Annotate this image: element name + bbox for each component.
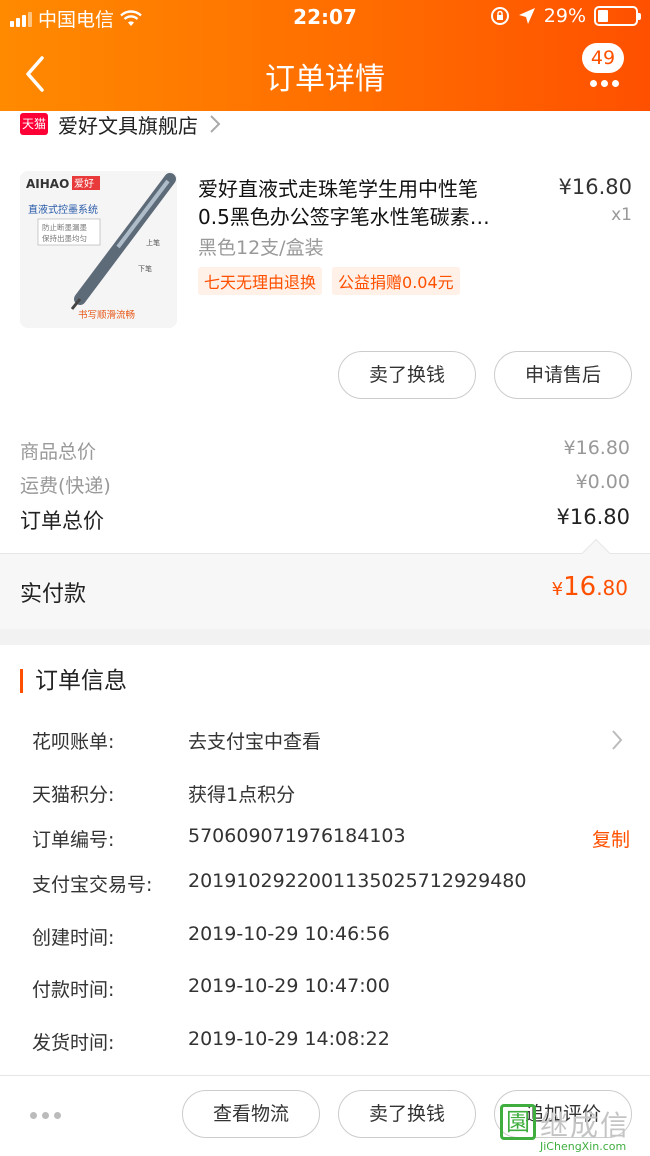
header: 中国电信 22:07 29% 订单详情 49 — [0, 0, 650, 111]
image-subtitle: 直液式控墨系统 — [28, 203, 98, 216]
info-value: 2019102922001135025712929480 — [188, 870, 527, 892]
store-name: 爱好文具旗舰店 — [58, 113, 198, 138]
info-value: 去支付宝中查看 — [188, 731, 322, 753]
navbar: 订单详情 49 — [0, 38, 650, 110]
site-watermark: 園 继成信 JiChengXin.com — [500, 1104, 646, 1154]
info-label: 花呗账单: — [32, 731, 115, 753]
battery-icon — [594, 6, 641, 26]
watermark-cn: 继成信 — [540, 1109, 631, 1142]
page-title: 订单详情 — [265, 62, 385, 97]
info-row-created: 创建时间: 2019-10-29 10:46:56 — [32, 923, 630, 953]
order-item-card: 天猫 爱好文具旗舰店 AIHAO 爱好 直液式控墨系统 防止断墨漏墨 保持出墨均… — [0, 111, 650, 553]
battery-percent: 29% — [543, 5, 586, 27]
tag-return-policy: 七天无理由退换 — [198, 267, 323, 295]
paid-amount: ¥16.80 — [552, 572, 628, 602]
image-arrow-down: 下笔 — [138, 264, 152, 273]
order-total-label: 订单总价 — [20, 509, 104, 533]
info-label: 支付宝交易号: — [32, 874, 153, 896]
chevron-right-icon — [210, 115, 221, 133]
image-brand-cn: 爱好 — [74, 177, 94, 190]
watermark-logo: 園 — [500, 1104, 536, 1140]
copy-button[interactable]: 复制 — [592, 825, 630, 852]
product-sku: 黑色12支/盒装 — [198, 237, 324, 259]
message-badge: 49 — [582, 43, 624, 73]
more-dots-icon — [590, 80, 619, 87]
tmall-logo: 天猫 — [20, 113, 48, 135]
paid-integer: 16 — [563, 572, 597, 602]
sell-for-cash-button[interactable]: 卖了换钱 — [338, 1090, 476, 1138]
info-label: 天猫积分: — [32, 784, 115, 806]
goods-total-label: 商品总价 — [20, 441, 97, 463]
image-brand: AIHAO — [26, 177, 69, 191]
shipping-value: ¥0.00 — [575, 471, 630, 493]
chevron-right-icon — [612, 730, 623, 750]
order-total-row: 订单总价 ¥16.80 — [20, 505, 630, 535]
info-label: 创建时间: — [32, 927, 115, 949]
info-label: 付款时间: — [32, 979, 115, 1001]
more-button[interactable]: 49 — [582, 43, 632, 100]
info-value: 获得1点积分 — [188, 784, 296, 806]
watermark-en: JiChengXin.com — [540, 1140, 627, 1153]
product-image[interactable]: AIHAO 爱好 直液式控墨系统 防止断墨漏墨 保持出墨均匀 上笔 下笔 书写顺… — [20, 171, 177, 328]
goods-total-value: ¥16.80 — [563, 437, 630, 459]
product-title-line1: 爱好直液式走珠笔学生用中性笔 — [198, 177, 478, 201]
product-title[interactable]: 爱好直液式走珠笔学生用中性笔 0.5黑色办公签字笔水性笔碳素… — [198, 175, 533, 231]
rotation-lock-icon — [490, 7, 509, 25]
product-price: ¥16.80 — [558, 175, 632, 199]
info-row-huabei[interactable]: 花呗账单: 去支付宝中查看 — [32, 727, 630, 757]
image-arrow-up: 上笔 — [146, 238, 160, 247]
info-row-order-number: 订单编号: 570609071976184103 复制 — [32, 825, 630, 855]
info-row-points: 天猫积分: 获得1点积分 — [32, 780, 630, 810]
product-quantity: x1 — [611, 205, 632, 225]
info-row-alipay-number: 支付宝交易号: 2019102922001135025712929480 — [32, 870, 630, 900]
info-label: 订单编号: — [32, 829, 115, 851]
image-note-2: 保持出墨均匀 — [42, 233, 87, 243]
after-sale-button[interactable]: 申请售后 — [494, 351, 632, 399]
info-value: 2019-10-29 10:46:56 — [188, 923, 390, 945]
store-link[interactable]: 天猫 爱好文具旗舰店 — [20, 111, 222, 138]
image-note-1: 防止断墨漏墨 — [42, 222, 87, 232]
paid-label: 实付款 — [20, 582, 87, 607]
order-total-value: ¥16.80 — [556, 505, 630, 529]
info-value: 2019-10-29 10:47:00 — [188, 975, 390, 997]
paid-decimal: .80 — [596, 576, 628, 600]
shipping-row: 运费(快递) ¥0.00 — [20, 471, 630, 498]
goods-total-row: 商品总价 ¥16.80 — [20, 437, 630, 464]
info-value: 2019-10-29 14:08:22 — [188, 1028, 390, 1050]
info-label: 发货时间: — [32, 1032, 115, 1054]
paid-currency: ¥ — [551, 579, 564, 600]
info-value: 570609071976184103 — [188, 825, 406, 847]
order-info-card: 订单信息 花呗账单: 去支付宝中查看 天猫积分: 获得1点积分 订单编号: 57… — [0, 645, 650, 1075]
image-caption: 书写顺滑流畅 — [78, 309, 135, 321]
product-title-line2: 0.5黑色办公签字笔水性笔碳素… — [198, 205, 490, 229]
paid-amount-row: 实付款 ¥16.80 — [0, 538, 650, 629]
tag-charity: 公益捐赠0.04元 — [332, 267, 460, 295]
order-info-title: 订单信息 — [20, 669, 127, 693]
info-row-paid-time: 付款时间: 2019-10-29 10:47:00 — [32, 975, 630, 1005]
shipping-label: 运费(快递) — [20, 475, 111, 497]
more-actions-icon[interactable] — [30, 1112, 61, 1119]
pen-illustration: AIHAO 爱好 直液式控墨系统 防止断墨漏墨 保持出墨均匀 上笔 下笔 书写顺… — [20, 171, 177, 328]
location-arrow-icon — [518, 8, 535, 24]
info-row-shipped-time: 发货时间: 2019-10-29 14:08:22 — [32, 1028, 630, 1058]
view-logistics-button[interactable]: 查看物流 — [182, 1090, 320, 1138]
status-bar: 中国电信 22:07 29% — [0, 0, 650, 36]
product-tags: 七天无理由退换 公益捐赠0.04元 — [198, 267, 460, 295]
sell-for-cash-button[interactable]: 卖了换钱 — [338, 351, 476, 399]
